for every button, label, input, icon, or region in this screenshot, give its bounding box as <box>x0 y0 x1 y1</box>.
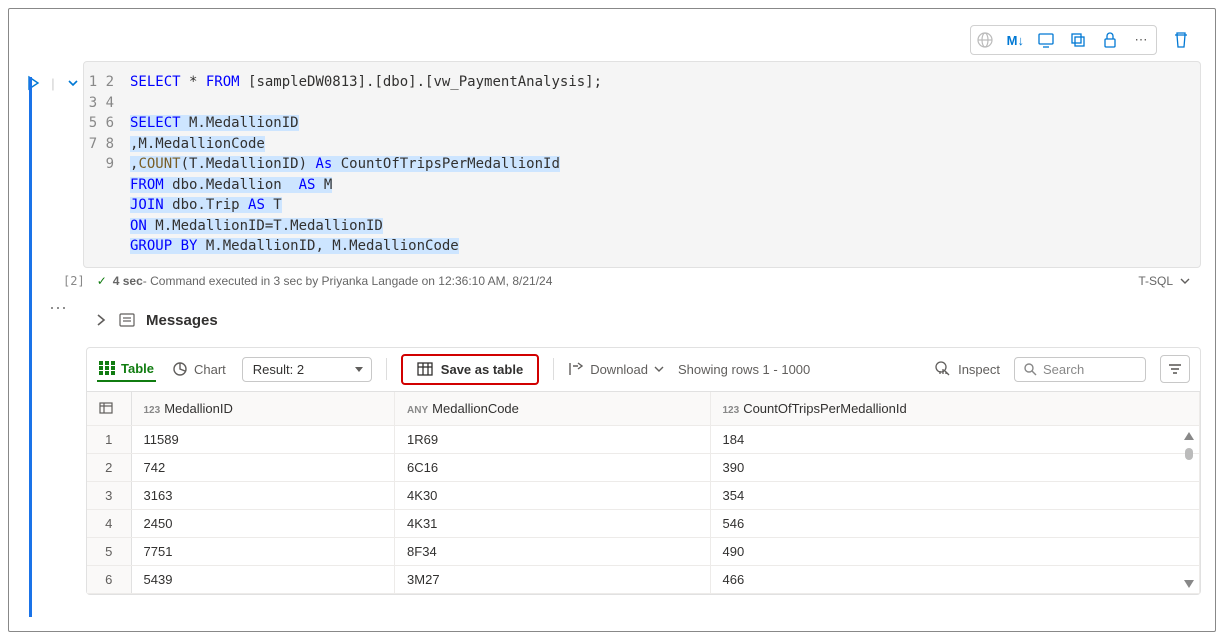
more-icon[interactable]: ⋯ <box>1132 30 1152 50</box>
status-detail: - Command executed in 3 sec by Priyanka … <box>143 274 553 288</box>
table-cell[interactable]: 354 <box>710 482 1200 510</box>
tab-chart[interactable]: Chart <box>170 357 228 381</box>
save-table-icon <box>417 362 433 376</box>
cell-indicator <box>29 77 32 617</box>
messages-icon <box>118 312 136 328</box>
row-number: 4 <box>87 510 131 538</box>
chart-icon <box>172 361 188 377</box>
code-content[interactable]: SELECT * FROM [sampleDW0813].[dbo].[vw_P… <box>130 72 602 257</box>
status-duration: 4 sec <box>113 274 143 288</box>
chevron-down-icon <box>654 364 664 374</box>
table-row[interactable]: 1115891R69184 <box>87 426 1200 454</box>
table-cell[interactable]: 8F34 <box>395 538 710 566</box>
success-icon: ✓ <box>97 274 107 288</box>
table-row[interactable]: 577518F34490 <box>87 538 1200 566</box>
filter-button[interactable] <box>1160 355 1190 383</box>
table-row[interactable]: 424504K31546 <box>87 510 1200 538</box>
table-cell[interactable]: 5439 <box>131 566 395 594</box>
cell-more-icon[interactable]: ⋯ <box>49 298 68 596</box>
table-icon <box>99 361 115 375</box>
tab-table[interactable]: Table <box>97 357 156 382</box>
rows-info: Showing rows 1 - 1000 <box>678 362 810 377</box>
run-dropdown-icon[interactable] <box>63 73 83 93</box>
row-number: 6 <box>87 566 131 594</box>
line-gutter: 1 2 3 4 5 6 7 8 9 <box>84 72 130 257</box>
table-row[interactable]: 654393M27466 <box>87 566 1200 594</box>
language-label[interactable]: T-SQL <box>1138 274 1173 288</box>
table-cell[interactable]: 390 <box>710 454 1200 482</box>
download-button[interactable]: Download <box>568 361 664 377</box>
table-cell[interactable]: 2450 <box>131 510 395 538</box>
table-cell[interactable]: 546 <box>710 510 1200 538</box>
expand-icon[interactable] <box>94 313 108 327</box>
table-cell[interactable]: 1R69 <box>395 426 710 454</box>
result-selector[interactable]: Result: 2 <box>242 357 372 382</box>
table-cell[interactable]: 3M27 <box>395 566 710 594</box>
table-cell[interactable]: 742 <box>131 454 395 482</box>
table-cell[interactable]: 6C16 <box>395 454 710 482</box>
col-countoftrips[interactable]: 123CountOfTripsPerMedallionId <box>710 392 1200 426</box>
run-icon[interactable] <box>23 73 43 93</box>
table-row[interactable]: 27426C16390 <box>87 454 1200 482</box>
status-bar: [2] ✓ 4 sec - Command executed in 3 sec … <box>83 268 1201 294</box>
save-as-table-button[interactable]: Save as table <box>401 354 539 385</box>
row-header-icon[interactable] <box>87 392 131 426</box>
table-cell[interactable]: 4K31 <box>395 510 710 538</box>
globe-icon[interactable] <box>975 30 995 50</box>
table-cell[interactable]: 184 <box>710 426 1200 454</box>
col-medallioncode[interactable]: ANYMedallionCode <box>395 392 710 426</box>
table-cell[interactable]: 466 <box>710 566 1200 594</box>
chevron-down-icon[interactable] <box>1179 275 1191 287</box>
filter-icon <box>1167 362 1183 376</box>
code-editor[interactable]: 1 2 3 4 5 6 7 8 9 SELECT * FROM [sampleD… <box>83 61 1201 268</box>
table-cell[interactable]: 11589 <box>131 426 395 454</box>
row-number: 2 <box>87 454 131 482</box>
col-medallionid[interactable]: 123MedallionID <box>131 392 395 426</box>
copy-icon[interactable] <box>1068 30 1088 50</box>
cell-toolbar: M↓ ⋯ <box>970 25 1191 55</box>
inspect-button[interactable]: Inspect <box>934 360 1000 378</box>
table-cell[interactable]: 3163 <box>131 482 395 510</box>
download-icon <box>568 361 584 377</box>
table-cell[interactable]: 4K30 <box>395 482 710 510</box>
row-number: 5 <box>87 538 131 566</box>
table-cell[interactable]: 7751 <box>131 538 395 566</box>
messages-label[interactable]: Messages <box>146 312 218 329</box>
row-number: 1 <box>87 426 131 454</box>
table-cell[interactable]: 490 <box>710 538 1200 566</box>
search-icon <box>1023 362 1037 376</box>
monitor-icon[interactable] <box>1036 30 1056 50</box>
row-number: 3 <box>87 482 131 510</box>
table-row[interactable]: 331634K30354 <box>87 482 1200 510</box>
inspect-icon <box>934 360 952 378</box>
results-table[interactable]: 123MedallionID ANYMedallionCode 123Count… <box>87 392 1200 595</box>
markdown-icon[interactable]: M↓ <box>1007 30 1024 50</box>
lock-icon[interactable] <box>1100 30 1120 50</box>
results-panel: Table Chart Result: 2 Save as table <box>86 347 1201 596</box>
table-scrollbar[interactable] <box>1184 432 1194 589</box>
exec-count: [2] <box>63 274 85 288</box>
delete-icon[interactable] <box>1171 30 1191 50</box>
search-input[interactable]: Search <box>1014 357 1146 382</box>
